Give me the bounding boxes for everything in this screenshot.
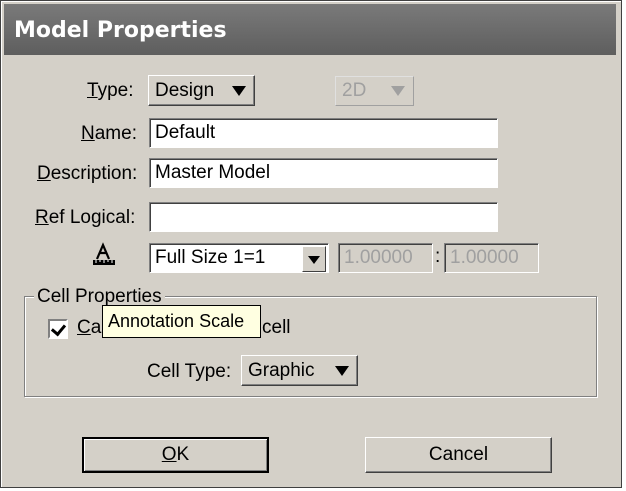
model-properties-dialog: Model Properties Type: Design 2D Name: D… xyxy=(0,0,622,488)
cell-checkbox-label-end: cell xyxy=(262,317,291,338)
ok-button-label: OK xyxy=(161,444,190,465)
chevron-down-icon[interactable] xyxy=(302,246,326,272)
cell-checkbox-label-start: Ca xyxy=(77,317,102,338)
scale-ratio-left-field: 1.00000 xyxy=(338,243,433,273)
cancel-button-label: Cancel xyxy=(428,444,489,465)
annotation-scale-value: Full Size 1=1 xyxy=(155,247,266,268)
dimension-value: 2D xyxy=(342,80,367,101)
ref-logical-label: Ref Logical: xyxy=(35,207,136,228)
chevron-down-icon xyxy=(391,86,405,96)
cancel-button[interactable]: Cancel xyxy=(365,437,552,473)
description-label: Description: xyxy=(37,163,138,184)
cell-type-label: Cell Type: xyxy=(147,361,232,382)
scale-ratio-right-field: 1.00000 xyxy=(444,243,539,273)
cell-type-value: Graphic xyxy=(248,359,315,381)
annotation-scale-icon[interactable] xyxy=(91,241,117,267)
type-label: Type: xyxy=(87,80,134,101)
type-value: Design xyxy=(155,79,215,101)
title-bar[interactable]: Model Properties xyxy=(4,4,616,55)
dialog-title: Model Properties xyxy=(14,18,227,43)
cell-checkbox[interactable] xyxy=(48,319,68,339)
chevron-down-icon xyxy=(335,365,349,376)
chevron-down-icon xyxy=(232,85,246,96)
ok-button[interactable]: OK xyxy=(82,437,269,473)
cell-type-dropdown[interactable]: Graphic xyxy=(241,355,358,386)
ref-logical-field[interactable] xyxy=(149,202,498,232)
ratio-separator: : xyxy=(435,246,441,267)
annotation-scale-tooltip: Annotation Scale xyxy=(102,305,261,338)
name-field[interactable]: Default xyxy=(149,118,498,148)
description-field[interactable]: Master Model xyxy=(149,158,498,188)
type-dropdown[interactable]: Design xyxy=(148,75,255,106)
dimension-dropdown[interactable]: 2D xyxy=(335,76,414,106)
name-label: Name: xyxy=(81,123,137,144)
annotation-scale-combo[interactable]: Full Size 1=1 xyxy=(149,243,329,273)
